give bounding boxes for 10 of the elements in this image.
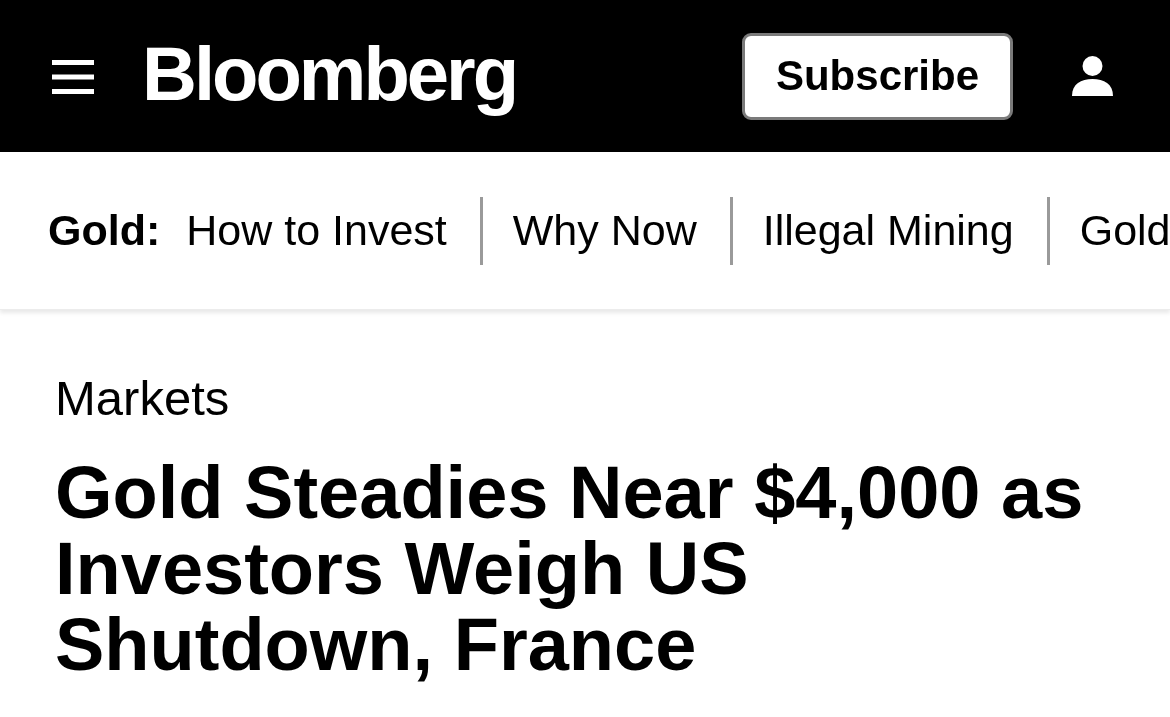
- topic-link[interactable]: Illegal Mining: [762, 206, 1014, 255]
- topic-link[interactable]: Why Now: [512, 206, 697, 255]
- user-account-icon[interactable]: [1072, 56, 1113, 96]
- section-link[interactable]: Markets: [55, 370, 230, 426]
- subscribe-button[interactable]: Subscribe: [742, 32, 1013, 120]
- menu-icon[interactable]: [52, 60, 94, 94]
- topic-link[interactable]: How to Invest: [186, 206, 447, 255]
- article-headline: Gold Steadies Near $4,000 as Investors Weigh US Shutdown, France: [55, 455, 1085, 683]
- topic-label: Gold:: [48, 206, 161, 255]
- topic-link[interactable]: Gold: [1079, 206, 1170, 255]
